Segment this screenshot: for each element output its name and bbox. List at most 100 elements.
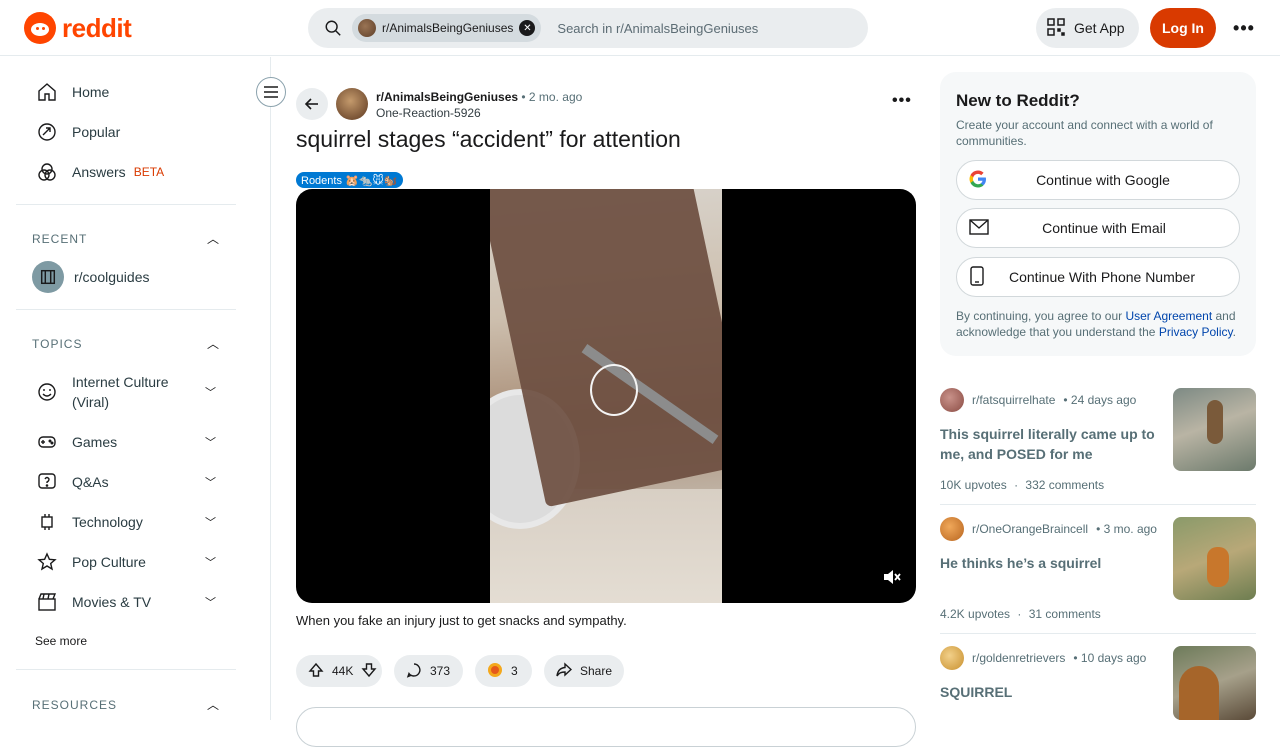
- related-post-title[interactable]: SQUIRREL: [940, 682, 1160, 702]
- cat-figure: [1207, 547, 1229, 587]
- related-upvotes: 10K upvotes: [940, 478, 1007, 492]
- video-player[interactable]: [296, 189, 916, 603]
- subreddit-link[interactable]: r/AnimalsBeingGeniuses: [376, 90, 518, 104]
- related-post[interactable]: r/goldenretrievers • 10 days ago SQUIRRE…: [940, 646, 1256, 720]
- stats-separator: ·: [1017, 607, 1022, 621]
- sidebar-item-label: Games: [72, 434, 118, 450]
- topic-technology[interactable]: Technology ﹀: [16, 502, 236, 542]
- sidebar-item-coolguides[interactable]: r/coolguides: [16, 257, 236, 297]
- search-community-chip[interactable]: r/AnimalsBeingGeniuses ✕: [352, 14, 542, 42]
- legal-text: .: [1232, 325, 1236, 339]
- award-button[interactable]: 3: [475, 655, 532, 687]
- back-button[interactable]: [296, 88, 328, 120]
- post-title: squirrel stages “accident” for attention: [296, 126, 681, 152]
- vote-bar: 44K: [296, 655, 382, 687]
- chevron-down-icon: ﹀: [205, 477, 216, 489]
- mute-icon[interactable]: [882, 567, 902, 587]
- get-app-button[interactable]: Get App: [1036, 8, 1139, 48]
- comment-input[interactable]: [296, 707, 916, 747]
- reddit-snoo-icon: [24, 12, 56, 44]
- post-flair[interactable]: Rodents 🐹🐀🐭🐿️: [296, 172, 403, 188]
- sidebar-item-home[interactable]: Home: [16, 72, 236, 112]
- topic-games[interactable]: Games ﹀: [16, 422, 236, 462]
- related-post[interactable]: r/OneOrangeBraincell • 3 mo. ago He thin…: [940, 517, 1256, 627]
- subreddit-avatar: [940, 388, 964, 412]
- related-post-title[interactable]: This squirrel literally came up to me, a…: [940, 424, 1160, 464]
- topic-movies-tv[interactable]: Movies & TV ﹀: [16, 582, 236, 622]
- google-label: Continue with Google: [1036, 172, 1170, 188]
- continue-with-email-button[interactable]: Continue with Email: [956, 208, 1240, 248]
- chevron-down-icon: ﹀: [205, 597, 216, 609]
- top-header: reddit r/AnimalsBeingGeniuses ✕ Search i…: [0, 0, 1280, 56]
- award-icon: [487, 662, 503, 681]
- logo-text: reddit: [62, 12, 132, 43]
- sidebar-item-answers[interactable]: Answers BETA: [16, 152, 236, 192]
- share-button[interactable]: Share: [544, 655, 624, 687]
- continue-with-phone-button[interactable]: Continue With Phone Number: [956, 257, 1240, 297]
- related-post-title[interactable]: He thinks he’s a squirrel: [940, 553, 1160, 573]
- beta-badge: BETA: [133, 165, 165, 179]
- search-input[interactable]: Search in r/AnimalsBeingGeniuses: [557, 21, 758, 36]
- subreddit-avatar[interactable]: [336, 88, 368, 120]
- answers-icon: [36, 161, 58, 183]
- related-thumbnail[interactable]: [1173, 388, 1256, 471]
- search-bar[interactable]: r/AnimalsBeingGeniuses ✕ Search in r/Ani…: [308, 8, 868, 48]
- left-sidebar: Home Popular Answers BETA RECENT ︿ r/coo…: [0, 57, 271, 720]
- chevron-down-icon: ﹀: [205, 557, 216, 569]
- dog-figure: [1179, 666, 1219, 720]
- community-avatar: [358, 19, 376, 37]
- more-options-icon[interactable]: •••: [1228, 14, 1260, 42]
- related-time: • 3 mo. ago: [1096, 522, 1157, 536]
- signup-title: New to Reddit?: [956, 91, 1080, 110]
- topic-pop-culture[interactable]: Pop Culture ﹀: [16, 542, 236, 582]
- home-icon: [36, 81, 58, 103]
- topic-internet-culture[interactable]: Internet Culture (Viral) ﹀: [16, 372, 236, 412]
- post-meta: r/AnimalsBeingGeniuses • 2 mo. ago: [376, 90, 582, 104]
- signup-card: New to Reddit? Create your account and c…: [940, 72, 1256, 356]
- post-author[interactable]: One-Reaction-5926: [376, 106, 481, 120]
- downvote-icon[interactable]: [361, 662, 377, 681]
- related-subreddit[interactable]: r/OneOrangeBraincell: [972, 522, 1088, 536]
- sidebar-item-label: Internet Culture (Viral): [72, 374, 169, 410]
- question-icon: [36, 471, 58, 493]
- login-button[interactable]: Log In: [1150, 8, 1216, 48]
- legal-text: By continuing, you agree to our: [956, 309, 1126, 323]
- related-comments: 31 comments: [1028, 607, 1101, 621]
- sidebar-item-label: Movies & TV: [72, 594, 152, 610]
- close-icon[interactable]: ✕: [519, 20, 536, 36]
- related-thumbnail[interactable]: [1173, 646, 1256, 720]
- topic-qas[interactable]: Q&As ﹀: [16, 462, 236, 502]
- gamepad-icon: [36, 431, 58, 453]
- google-icon: [969, 170, 987, 191]
- divider: [16, 669, 236, 670]
- related-thumbnail[interactable]: [1173, 517, 1256, 600]
- related-subreddit[interactable]: r/fatsquirrelhate: [972, 393, 1055, 407]
- collapse-sidebar-button[interactable]: [256, 77, 286, 107]
- post-more-options-icon[interactable]: •••: [892, 92, 912, 110]
- signup-legal-text: By continuing, you agree to our User Agr…: [956, 308, 1246, 340]
- user-agreement-link[interactable]: User Agreement: [1125, 309, 1212, 323]
- privacy-policy-link[interactable]: Privacy Policy: [1159, 325, 1233, 339]
- recent-section-header[interactable]: RECENT ︿: [32, 230, 220, 247]
- related-subreddit[interactable]: r/goldenretrievers: [972, 651, 1065, 665]
- section-title: RECENT: [32, 231, 88, 246]
- share-icon: [556, 661, 573, 681]
- related-time: • 10 days ago: [1073, 651, 1147, 665]
- reddit-logo[interactable]: reddit: [24, 12, 132, 44]
- mail-icon: [969, 218, 989, 238]
- continue-with-google-button[interactable]: Continue with Google: [956, 160, 1240, 200]
- comments-button[interactable]: 373: [394, 655, 463, 687]
- upvote-icon[interactable]: [308, 662, 324, 681]
- post-time: • 2 mo. ago: [521, 90, 583, 104]
- related-comments: 332 comments: [1025, 478, 1105, 492]
- award-count: 3: [511, 664, 518, 678]
- resources-section-header[interactable]: RESOURCES ︿: [32, 696, 220, 713]
- related-post[interactable]: r/fatsquirrelhate • 24 days ago This squ…: [940, 388, 1256, 498]
- post-caption: When you fake an injury just to get snac…: [296, 613, 627, 628]
- sidebar-item-popular[interactable]: Popular: [16, 112, 236, 152]
- topics-section-header[interactable]: TOPICS ︿: [32, 335, 220, 352]
- divider: [940, 633, 1256, 634]
- see-more-link[interactable]: See more: [35, 634, 87, 648]
- sidebar-item-label: r/coolguides: [74, 269, 150, 285]
- divider: [16, 204, 236, 205]
